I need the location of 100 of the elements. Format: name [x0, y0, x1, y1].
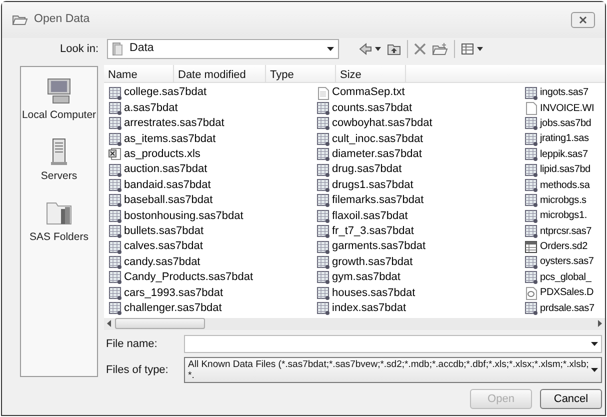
file-item[interactable]: challenger.sas7bdat: [108, 300, 316, 316]
file-item[interactable]: microbgs1.: [524, 208, 604, 224]
dataset-file-icon: [316, 301, 330, 316]
open-folder-icon: [12, 14, 28, 26]
computer-icon: [45, 77, 73, 105]
cancel-button[interactable]: Cancel: [540, 388, 602, 409]
close-button[interactable]: [571, 12, 595, 28]
file-item[interactable]: index.sas7bdat: [316, 300, 524, 316]
dataset-file-icon: [316, 132, 330, 146]
dataset-file-icon: [108, 193, 122, 208]
file-item[interactable]: fr_t7_3.sas7bdat: [316, 224, 524, 239]
places-item[interactable]: SAS Folders: [30, 198, 88, 246]
text-file-icon: [316, 86, 330, 100]
file-item[interactable]: drugs1.sas7bdat: [316, 177, 524, 193]
file-item[interactable]: jrating1.sas: [524, 131, 604, 147]
file-item[interactable]: microbgs.s: [524, 192, 604, 208]
file-item[interactable]: as_items.sas7bdat: [108, 131, 316, 147]
column-header[interactable]: Size: [336, 65, 406, 82]
caret-icon: [326, 47, 334, 51]
column-header[interactable]: Type: [266, 65, 336, 82]
file-item[interactable]: gym.sas7bdat: [316, 270, 524, 286]
dataset-file-icon: [316, 208, 330, 223]
file-item[interactable]: baseball.sas7bdat: [108, 192, 316, 208]
files-of-type-dropdown[interactable]: All Known Data Files (*.sas7bdat;*.sas7bvew;*.sd2;*.mdb;*.accdb;*.dbf;*.xls;*.xlsx;*.xlsm;*.xlsb;*.: [184, 357, 602, 384]
dataset-file-icon: [108, 301, 122, 316]
file-item[interactable]: jobs.sas7bd: [524, 116, 604, 132]
dataset-file-icon: [524, 86, 538, 100]
dataset-file-icon: [108, 270, 122, 284]
views-menu-icon[interactable]: [460, 43, 483, 55]
dataset-file-icon: [524, 254, 538, 269]
dataset-file-icon: [316, 254, 330, 269]
close-icon: [579, 16, 587, 24]
places-item[interactable]: Local Computer: [22, 77, 96, 124]
places-item[interactable]: Servers: [40, 138, 78, 184]
file-item[interactable]: leppik.sas7: [524, 146, 604, 162]
table-file-icon: [524, 240, 538, 254]
file-item[interactable]: ntprcsr.sas7: [524, 224, 604, 239]
file-name-field[interactable]: [184, 335, 602, 354]
file-item[interactable]: Candy_Products.sas7bdat: [108, 270, 316, 286]
column-header[interactable]: Date modified: [174, 65, 266, 82]
file-item[interactable]: college.sas7bdat: [108, 85, 316, 100]
file-item[interactable]: oysters.sas7: [524, 254, 604, 270]
window-title: Open Data: [34, 12, 90, 28]
file-item[interactable]: filemarks.sas7bdat: [316, 192, 524, 208]
file-item[interactable]: prdsale.sas7: [524, 300, 604, 316]
file-item[interactable]: counts.sas7bdat: [316, 100, 524, 116]
dataset-file-icon: [108, 224, 122, 238]
file-item[interactable]: Orders.sd2: [524, 238, 604, 254]
file-item[interactable]: arrestrates.sas7bdat: [108, 116, 316, 132]
file-item[interactable]: cult_inoc.sas7bdat: [316, 131, 524, 147]
dataset-file-icon: [316, 193, 330, 208]
dataset-file-icon: [316, 162, 330, 177]
blank-file-icon: [524, 101, 538, 116]
file-item[interactable]: PDXSales.D: [524, 285, 604, 300]
dataset-file-icon: [108, 162, 122, 177]
file-item[interactable]: auction.sas7bdat: [108, 162, 316, 178]
file-item[interactable]: bandaid.sas7bdat: [108, 177, 316, 193]
file-item[interactable]: diameter.sas7bdat: [316, 146, 524, 162]
dataset-file-icon: [524, 193, 538, 208]
horizontal-scrollbar[interactable]: [104, 318, 605, 330]
file-item[interactable]: drug.sas7bdat: [316, 162, 524, 178]
delete-icon[interactable]: [414, 43, 426, 55]
folder-icon: [112, 42, 124, 56]
dataset-file-icon: [316, 178, 330, 192]
dataset-file-icon: [524, 132, 538, 146]
dataset-file-icon: [108, 208, 122, 223]
back-arrow-icon[interactable]: [358, 43, 381, 55]
dataset-file-icon: [524, 116, 538, 130]
dataset-file-icon: [108, 286, 122, 300]
file-item[interactable]: houses.sas7bdat: [316, 285, 524, 300]
file-item[interactable]: CommaSep.txt: [316, 85, 524, 100]
file-item[interactable]: ingots.sas7: [524, 85, 604, 100]
column-header[interactable]: Name: [104, 65, 174, 82]
dataset-file-icon: [108, 116, 122, 130]
scrollbar-thumb[interactable]: [115, 318, 205, 330]
file-item[interactable]: bostonhousing.sas7bdat: [108, 208, 316, 224]
up-folder-icon[interactable]: [386, 43, 401, 55]
dataset-file-icon: [316, 224, 330, 238]
file-item[interactable]: pcs_global_: [524, 270, 604, 286]
file-item[interactable]: methods.sa: [524, 177, 604, 193]
look-in-dropdown[interactable]: Data: [106, 39, 339, 59]
dataset-file-icon: [316, 116, 330, 130]
file-item[interactable]: INVOICE.WI: [524, 100, 604, 116]
scroll-left-icon: [107, 320, 111, 328]
file-item[interactable]: bullets.sas7bdat: [108, 224, 316, 239]
file-item[interactable]: lipid.sas7bd: [524, 162, 604, 178]
file-item[interactable]: candy.sas7bdat: [108, 254, 316, 270]
file-item[interactable]: cowboyhat.sas7bdat: [316, 116, 524, 132]
file-item[interactable]: calves.sas7bdat: [108, 238, 316, 254]
file-item[interactable]: garments.sas7bdat: [316, 238, 524, 254]
file-item[interactable]: cars_1993.sas7bdat: [108, 285, 316, 300]
new-folder-icon[interactable]: [432, 43, 448, 55]
dataset-file-icon: [108, 86, 122, 100]
dataset-file-icon: [524, 224, 538, 238]
file-item[interactable]: a.sas7bdat: [108, 100, 316, 116]
dataset-file-icon: [316, 240, 330, 254]
file-item[interactable]: as_products.xls: [108, 146, 316, 162]
file-item[interactable]: flaxoil.sas7bdat: [316, 208, 524, 224]
dataset-file-icon: [316, 270, 330, 284]
file-item[interactable]: growth.sas7bdat: [316, 254, 524, 270]
